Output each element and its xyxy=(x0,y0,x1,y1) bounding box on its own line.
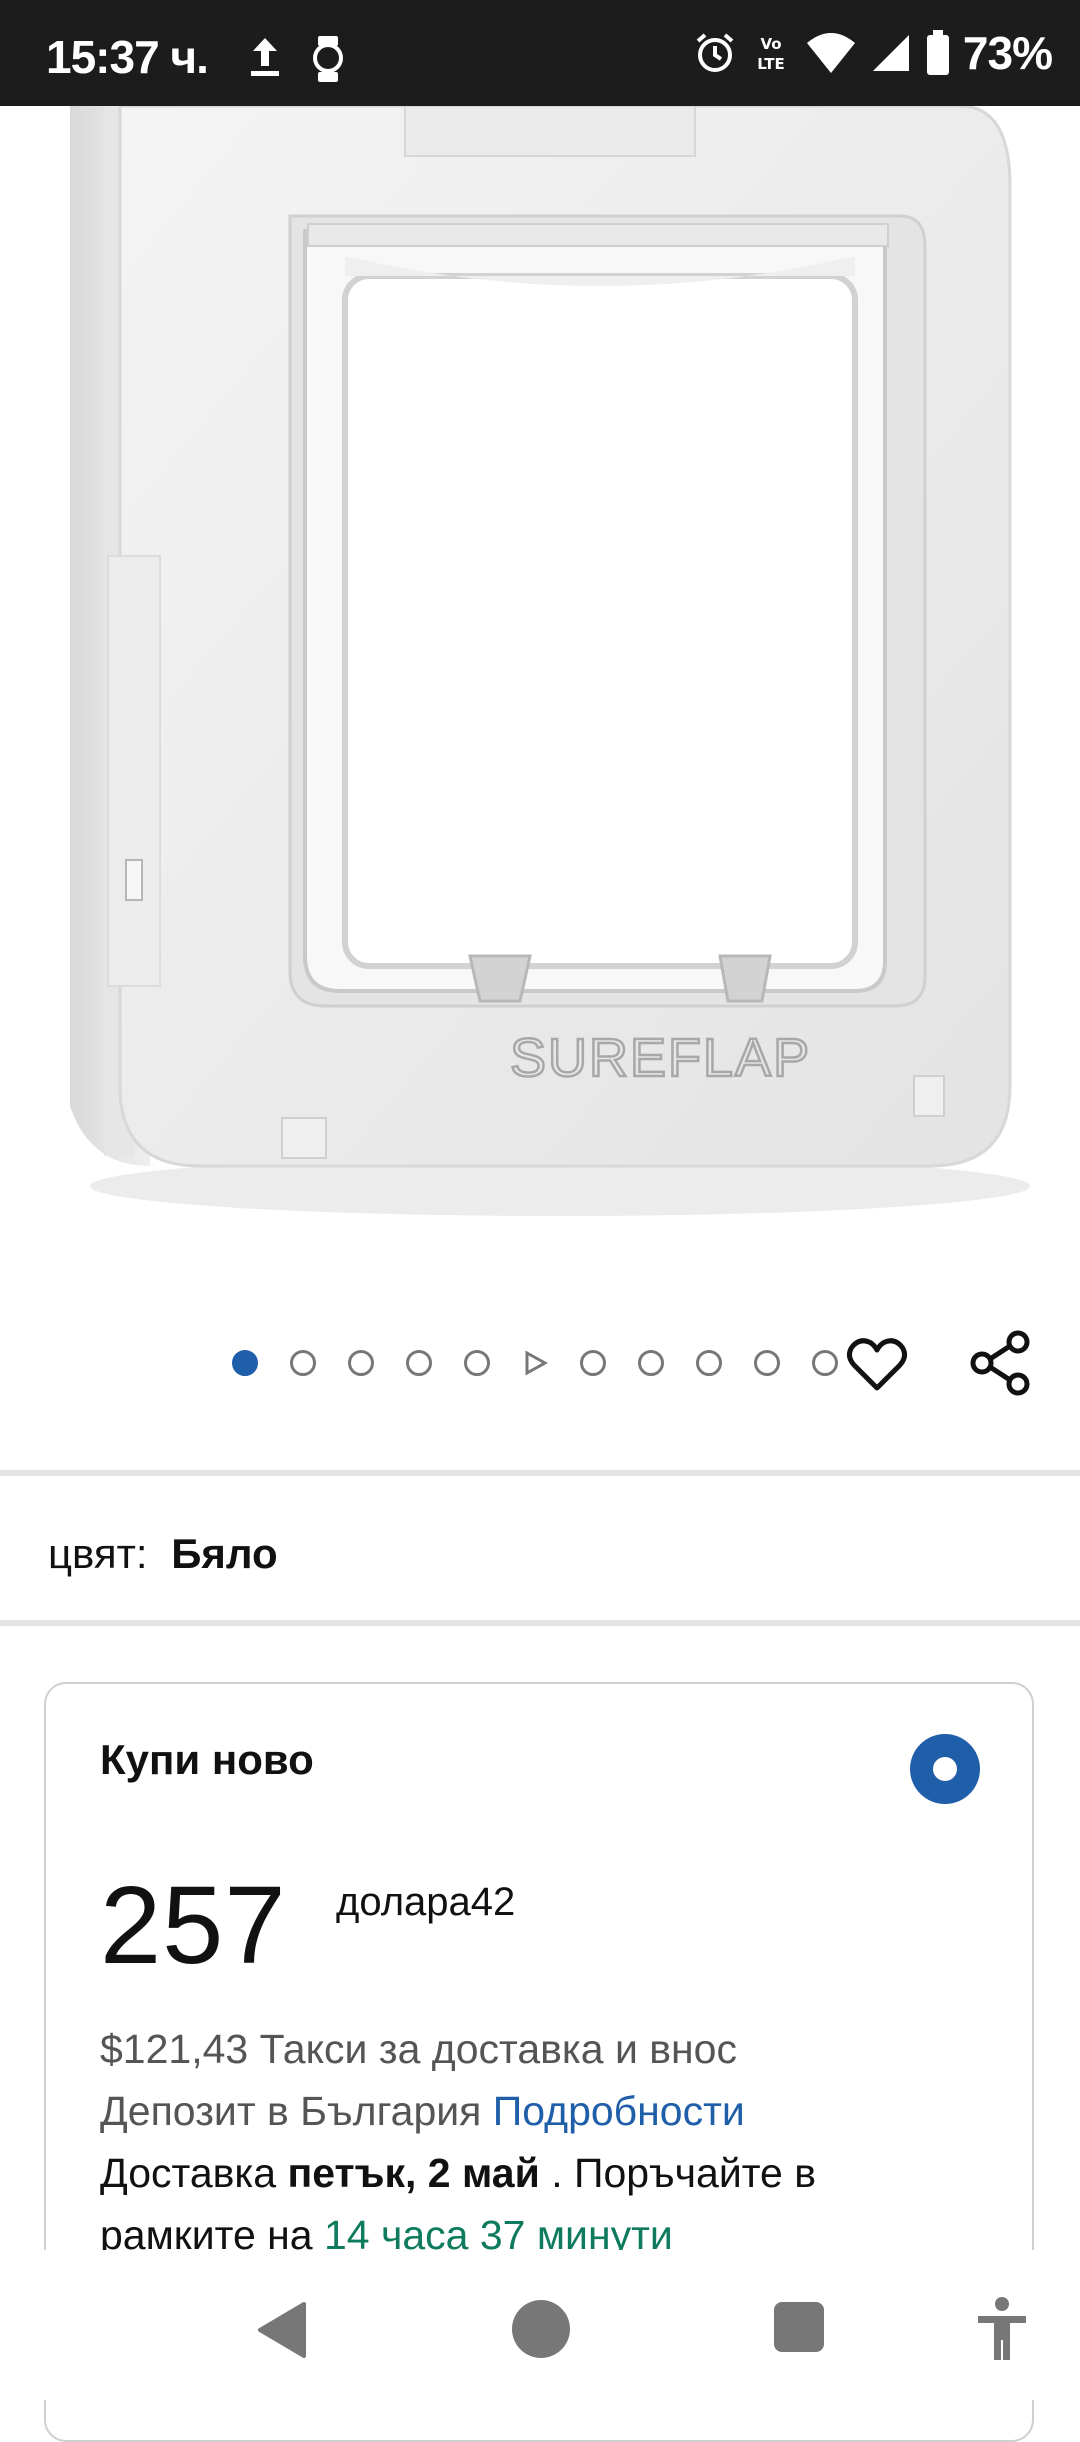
upload-icon xyxy=(251,38,279,76)
carousel-dot-2[interactable] xyxy=(290,1350,316,1376)
delivery-line: Доставка петък, 2 май . Поръчайте в xyxy=(100,2150,817,2196)
smartwatch-icon xyxy=(313,36,343,82)
fees-line: $121,43 Такси за доставка и внос xyxy=(100,2026,737,2072)
carousel-dot-7[interactable] xyxy=(580,1350,606,1376)
status-bar: 15:37 ч. Vo LTE 73% xyxy=(0,0,1080,106)
sureflap-logo: SUREFLAP xyxy=(510,1028,811,1088)
price-fraction: долара42 xyxy=(336,1880,516,1924)
carousel-dot-3[interactable] xyxy=(348,1350,374,1376)
delivery-info: $121,43 Такси за доставка и внос Депозит… xyxy=(100,2018,1000,2266)
carousel-dot-5[interactable] xyxy=(464,1350,490,1376)
share-icon[interactable] xyxy=(966,1328,1036,1398)
signal-icon xyxy=(872,35,909,71)
deposit-line: Депозит в България Подробности xyxy=(100,2088,745,2134)
product-image[interactable]: SUREFLAP xyxy=(0,104,1080,1256)
details-link[interactable]: Подробности xyxy=(493,2088,745,2134)
wifi-icon xyxy=(806,33,855,73)
price-whole: 257 xyxy=(100,1864,287,1987)
status-icons: Vo LTE 73% xyxy=(693,26,1053,80)
battery-icon xyxy=(926,30,949,75)
carousel-dot-1[interactable] xyxy=(232,1350,258,1376)
heart-icon[interactable] xyxy=(846,1334,908,1396)
svg-text:Vo: Vo xyxy=(760,35,781,53)
carousel-dot-10[interactable] xyxy=(754,1350,780,1376)
volte-icon: Vo LTE xyxy=(757,35,785,73)
carousel-dot-8[interactable] xyxy=(638,1350,664,1376)
section-divider xyxy=(0,1470,1080,1476)
carousel-dot-11[interactable] xyxy=(812,1350,838,1376)
status-time: 15:37 ч. xyxy=(46,31,209,83)
svg-text:LTE: LTE xyxy=(757,55,785,73)
home-button[interactable] xyxy=(512,2300,570,2358)
alarm-icon xyxy=(696,33,734,72)
carousel-dot-4[interactable] xyxy=(406,1350,432,1376)
system-nav-bar xyxy=(0,2250,1080,2400)
back-icon[interactable] xyxy=(254,2300,308,2360)
carousel-dot-9[interactable] xyxy=(696,1350,722,1376)
color-label: цвят: xyxy=(48,1530,148,1577)
recents-button[interactable] xyxy=(774,2302,824,2352)
accessibility-icon[interactable] xyxy=(972,2296,1032,2362)
color-value: Бяло xyxy=(171,1530,278,1577)
section-divider xyxy=(0,1620,1080,1626)
video-play-icon[interactable] xyxy=(522,1350,548,1376)
color-selector[interactable]: цвят: Бяло xyxy=(48,1530,278,1578)
cat-flap-image: SUREFLAP xyxy=(70,104,1030,1216)
buy-new-title: Купи ново xyxy=(100,1736,314,1783)
delivery-date: петък, 2 май xyxy=(287,2150,540,2196)
image-carousel-dots[interactable] xyxy=(232,1340,838,1386)
battery-percent: 73% xyxy=(962,27,1053,79)
buy-new-radio[interactable] xyxy=(910,1734,980,1804)
